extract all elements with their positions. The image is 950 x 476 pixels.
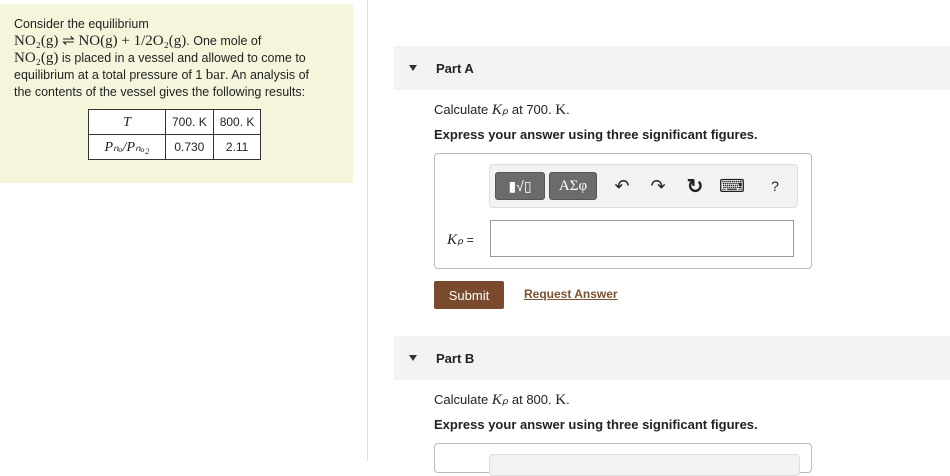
collapse-triangle-icon[interactable] [409,355,417,361]
math-toolbar: ▮√▯ ΑΣφ ↶ ↷ ↻ ⌨ ? [489,164,798,208]
table-cell: 700. K [165,109,214,135]
part-a-title: Part A [436,60,474,76]
answer-label: Kₚ = [447,232,474,248]
problem-line4-post: . An analysis of [224,68,310,82]
problem-panel: Consider the equilibrium NO₂(g) ⇌ NO(g) … [0,4,353,183]
part-a-question: Calculate Kₚ at 700. K. [434,102,570,118]
table-row: Pₙₒ/Pₙₒ₂ 0.730 2.11 [88,134,262,160]
templates-icon: ▮√▯ [508,177,532,194]
panel-divider [367,0,368,461]
pressure-unit: bar [205,67,225,83]
table-cell: 800. K [212,109,262,135]
table-cell: 2.11 [212,134,262,160]
kp-symbol: Kₚ [491,392,509,408]
help-icon[interactable]: ? [764,175,786,197]
table-row: T 700. K 800. K [88,109,262,135]
reset-icon[interactable]: ↻ [684,175,706,198]
problem-line4: equilibrium at a total pressure of 1 [14,68,206,82]
pressure-ratio-header: Pₙₒ/Pₙₒ₂ [88,134,166,160]
part-a-instruction: Express your answer using three signific… [434,127,758,142]
kp-symbol: Kₚ [491,102,509,118]
templates-button[interactable]: ▮√▯ [495,172,545,200]
keyboard-icon[interactable]: ⌨ [719,175,745,197]
temperature-header: T [88,109,166,135]
undo-icon[interactable]: ↶ [611,175,633,197]
results-table: T 700. K 800. K Pₙₒ/Pₙₒ₂ 0.730 2.11 [88,109,262,160]
part-b-question: Calculate Kₚ at 800. K. [434,392,570,408]
part-b-instruction: Express your answer using three signific… [434,417,758,432]
problem-intro: Consider the equilibrium [14,17,149,31]
answer-box-b [434,443,812,476]
redo-icon[interactable]: ↷ [647,175,669,197]
equilibrium-equation: NO₂(g) ⇌ NO(g) + 1/2O₂(g) [14,33,187,49]
greek-symbols-button[interactable]: ΑΣφ [549,172,597,200]
problem-line3: is placed in a vessel and allowed to com… [58,51,306,65]
kp-answer-input[interactable] [490,220,794,257]
collapse-triangle-icon[interactable] [409,65,417,71]
equation-tail: . One mole of [186,34,262,48]
part-b-header[interactable]: Part B [394,336,950,380]
species-no2: NO₂(g) [14,50,59,66]
math-toolbar-b [489,454,800,476]
part-a-header[interactable]: Part A [394,46,950,90]
request-answer-link[interactable]: Request Answer [524,287,618,301]
problem-line5: the contents of the vessel gives the fol… [14,85,306,99]
table-cell: 0.730 [165,134,214,160]
greek-icon: ΑΣφ [558,177,588,194]
part-b-title: Part B [436,350,475,366]
submit-button[interactable]: Submit [434,281,504,309]
answer-box: ▮√▯ ΑΣφ ↶ ↷ ↻ ⌨ ? Kₚ = [434,153,812,269]
